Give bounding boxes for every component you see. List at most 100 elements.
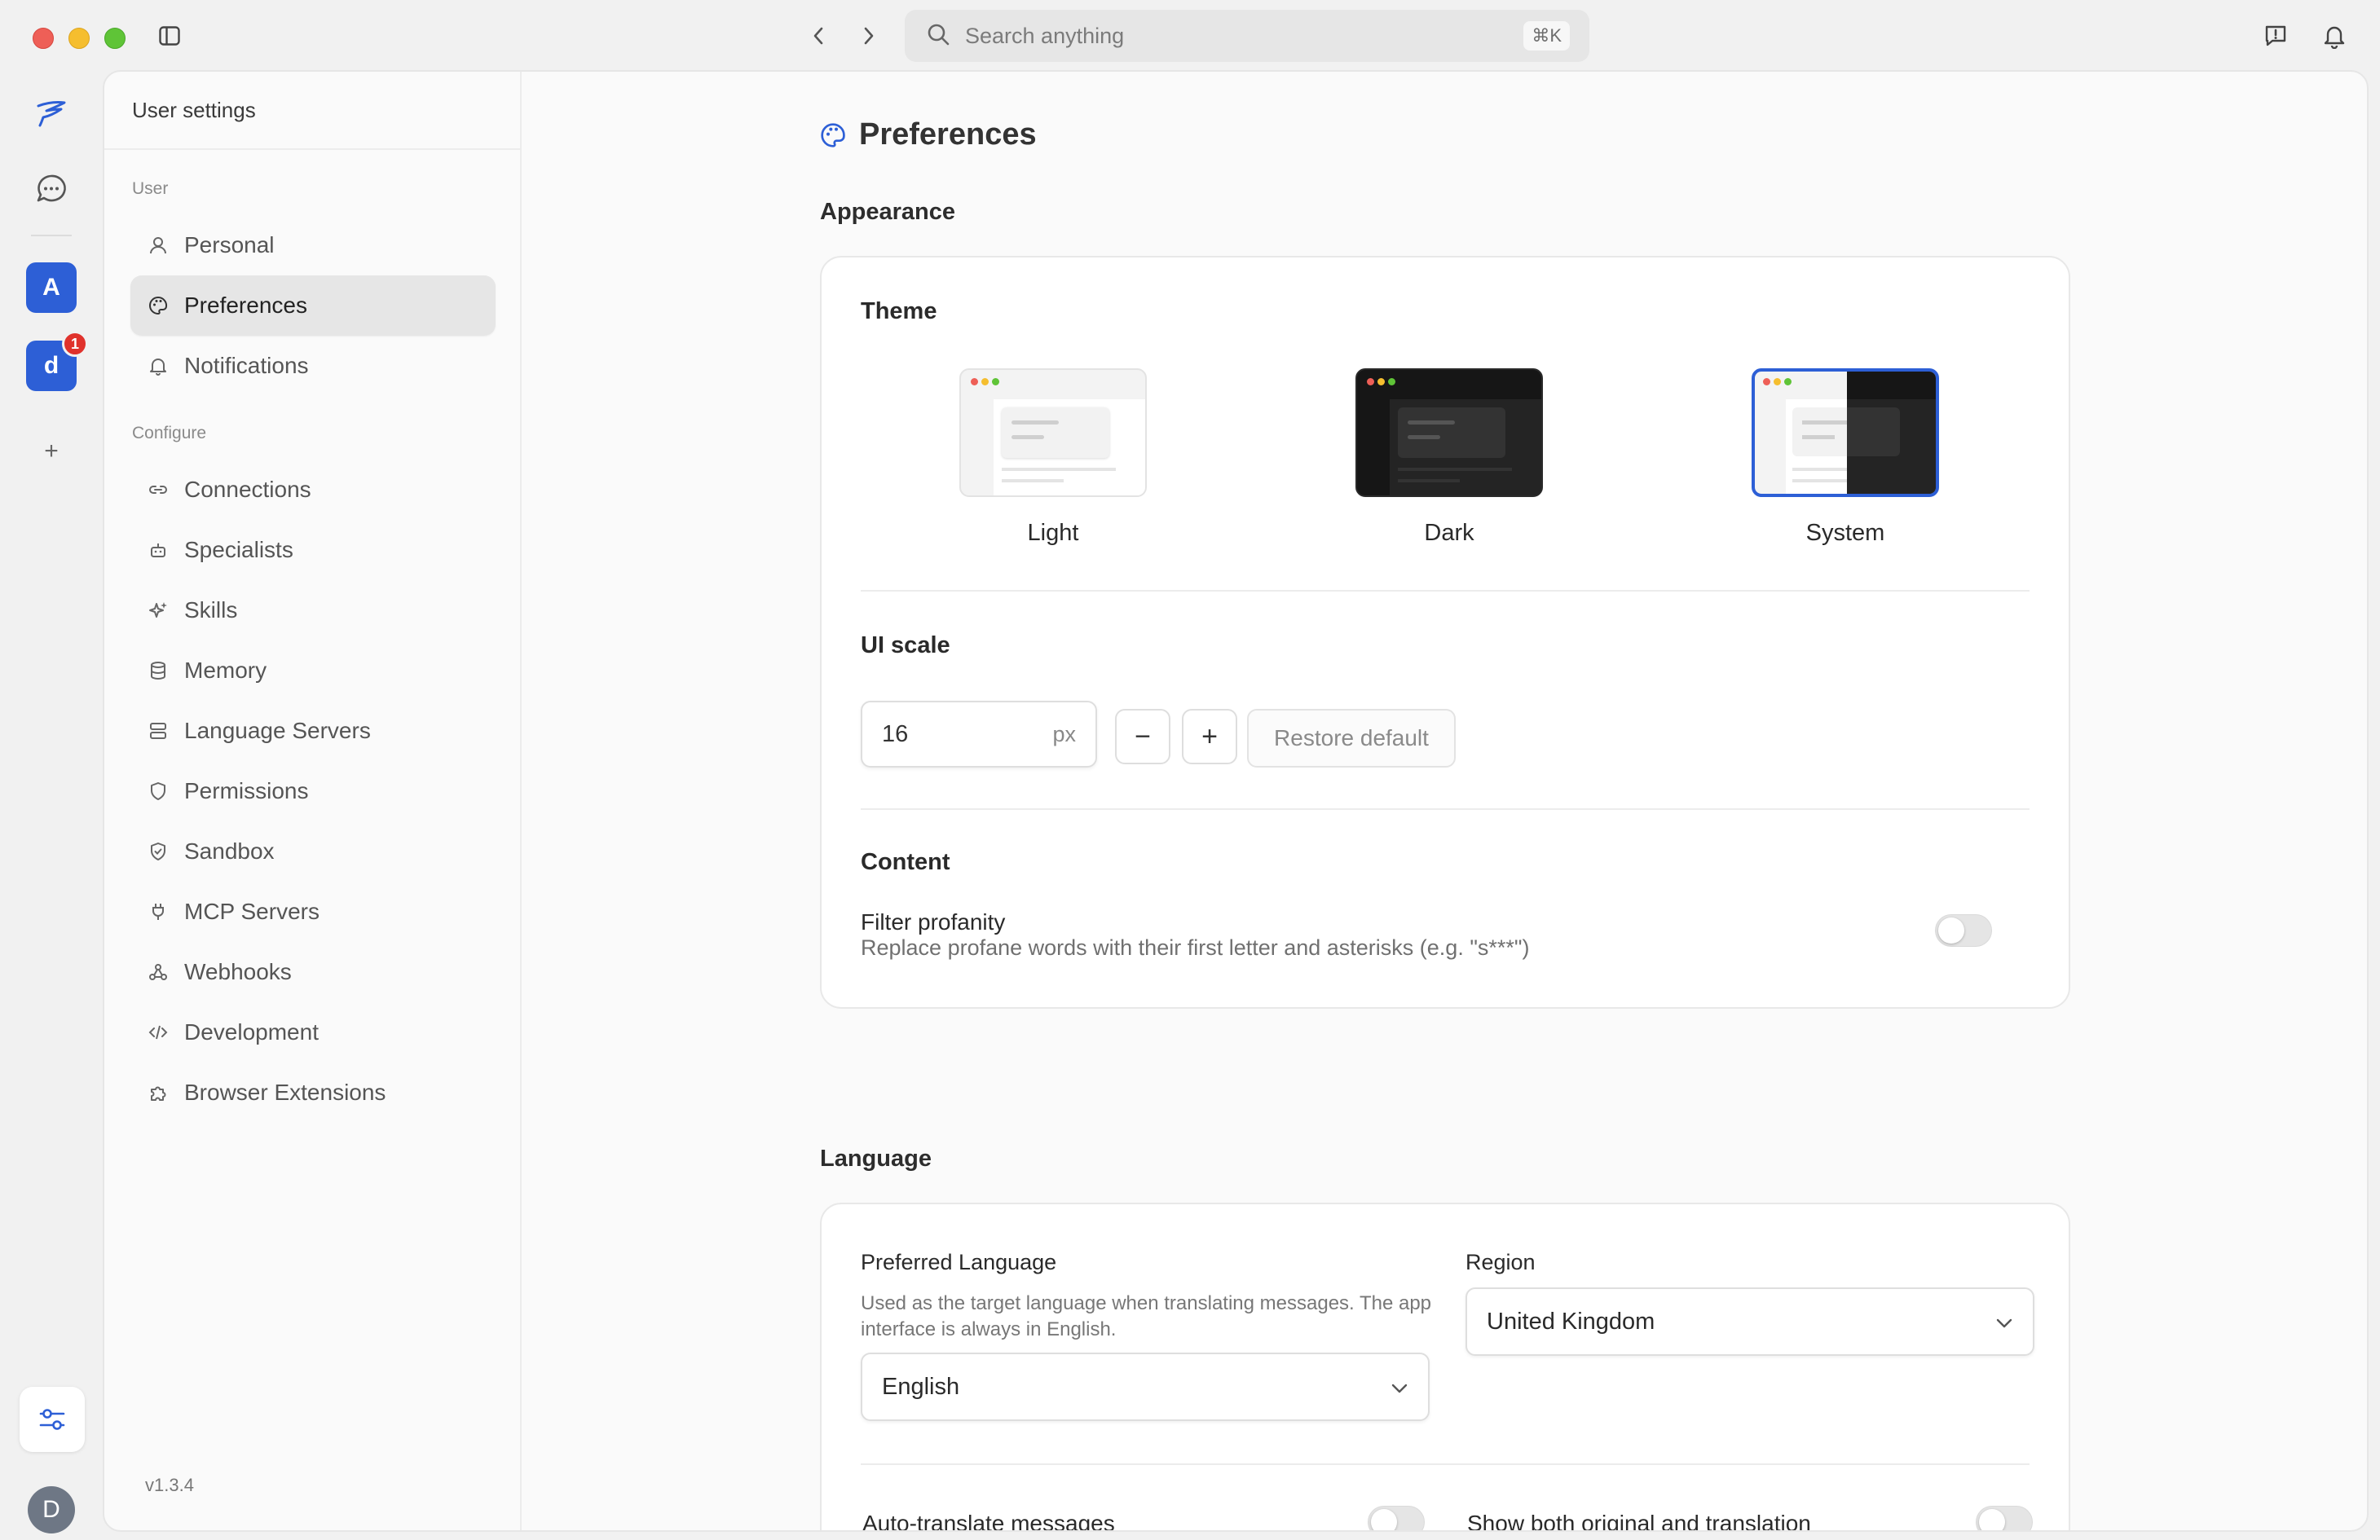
avatar-letter: D — [42, 1496, 60, 1523]
ui-scale-input[interactable]: 16 px — [861, 701, 1097, 768]
theme-preview-dark — [1355, 368, 1543, 497]
toggle-knob — [1979, 1509, 2005, 1530]
bell-icon — [147, 354, 170, 377]
sidebar-item-memory[interactable]: Memory — [130, 640, 496, 701]
workspace-d[interactable]: d 1 — [26, 331, 88, 391]
workspace-letter: A — [42, 274, 60, 301]
webhook-icon — [147, 961, 170, 983]
app-root: Search anything ⌘K A d 1 + D User settin… — [0, 0, 2380, 1540]
chevron-down-icon — [1391, 1374, 1408, 1401]
notification-count-badge: 1 — [62, 331, 88, 357]
ui-scale-increase-button[interactable]: + — [1182, 709, 1237, 764]
database-icon — [147, 659, 170, 682]
add-workspace-button[interactable]: + — [25, 425, 77, 477]
close-window-button[interactable] — [33, 28, 54, 49]
plus-icon: + — [44, 438, 59, 464]
settings-button[interactable] — [20, 1387, 85, 1452]
bot-icon — [147, 539, 170, 561]
sidebar-item-specialists[interactable]: Specialists — [130, 520, 496, 580]
sidebar-item-label: Sandbox — [184, 838, 275, 864]
appearance-card: Theme Light Dark System UI scale 16 px −… — [820, 256, 2070, 1009]
show-both-toggle[interactable] — [1976, 1506, 2033, 1530]
region-select[interactable]: United Kingdom — [1465, 1287, 2034, 1356]
sidebar-item-mcp-servers[interactable]: MCP Servers — [130, 882, 496, 942]
settings-sidebar: User settings User Personal Preferences … — [104, 72, 522, 1530]
sidebar-item-label: Browser Extensions — [184, 1080, 386, 1105]
sidebar-item-personal[interactable]: Personal — [130, 215, 496, 275]
appearance-section-title: Appearance — [820, 199, 956, 225]
page-title: Preferences — [820, 117, 1037, 152]
server-icon — [147, 719, 170, 742]
auto-translate-label: Auto-translate messages — [862, 1511, 1115, 1532]
filter-profanity-toggle[interactable] — [1935, 914, 1992, 947]
theme-option-dark[interactable]: Dark — [1351, 368, 1547, 547]
sidebar-item-label: Skills — [184, 597, 238, 623]
user-avatar[interactable]: D — [28, 1486, 75, 1533]
auto-translate-toggle[interactable] — [1368, 1506, 1425, 1530]
puzzle-icon — [147, 1081, 170, 1104]
sidebar-item-permissions[interactable]: Permissions — [130, 761, 496, 821]
theme-option-system[interactable]: System — [1748, 368, 1943, 547]
divider — [861, 590, 2030, 592]
search-placeholder: Search anything — [965, 23, 1125, 48]
minus-icon: − — [1135, 720, 1151, 752]
sidebar-item-development[interactable]: Development — [130, 1002, 496, 1063]
theme-label: Theme — [861, 298, 937, 324]
sidebar-item-language-servers[interactable]: Language Servers — [130, 701, 496, 761]
section-label-configure: Configure — [132, 424, 207, 442]
filter-profanity-description: Replace profane words with their first l… — [861, 935, 1530, 960]
region-label: Region — [1465, 1250, 1536, 1274]
sidebar-item-sandbox[interactable]: Sandbox — [130, 821, 496, 882]
sidebar-item-label: Memory — [184, 658, 267, 683]
sidebar-item-browser-extensions[interactable]: Browser Extensions — [130, 1063, 496, 1123]
show-both-label: Show both original and translation — [1467, 1511, 1811, 1532]
theme-name: Light — [1027, 520, 1079, 546]
search-bar[interactable]: Search anything ⌘K — [905, 10, 1589, 62]
feedback-icon[interactable] — [2259, 20, 2292, 52]
user-icon — [147, 234, 170, 257]
search-shortcut-badge: ⌘K — [1523, 21, 1570, 51]
settings-window: User settings User Personal Preferences … — [103, 70, 2369, 1532]
preferred-language-label: Preferred Language — [861, 1250, 1057, 1274]
settings-content: Preferences Appearance Theme Light Dark … — [523, 72, 2367, 1530]
title-bar: Search anything ⌘K — [0, 0, 2380, 72]
sidebar-item-label: Connections — [184, 477, 311, 502]
workspace-rail: A d 1 + D — [0, 72, 103, 1540]
palette-icon — [147, 294, 170, 317]
shield-icon — [147, 780, 170, 803]
sidebar-item-label: Personal — [184, 232, 275, 257]
page-title-text: Preferences — [859, 117, 1037, 152]
bell-icon[interactable] — [2318, 20, 2351, 52]
link-icon — [147, 478, 170, 501]
ui-scale-value: 16 — [882, 720, 909, 747]
workspace-a[interactable]: A — [26, 262, 77, 313]
sidebar-item-notifications[interactable]: Notifications — [130, 336, 496, 396]
preferred-language-value: English — [882, 1373, 960, 1400]
sidebar-item-preferences[interactable]: Preferences — [130, 275, 496, 336]
workspace-letter: d — [43, 352, 60, 379]
theme-option-light[interactable]: Light — [955, 368, 1151, 547]
app-logo-icon[interactable] — [25, 88, 77, 140]
ui-scale-decrease-button[interactable]: − — [1115, 709, 1170, 764]
sidebar-item-label: Webhooks — [184, 959, 292, 984]
chat-icon[interactable] — [25, 163, 77, 215]
restore-default-button[interactable]: Restore default — [1247, 709, 1456, 768]
sidebar-item-skills[interactable]: Skills — [130, 580, 496, 640]
rail-divider — [31, 235, 72, 236]
sidebar-toggle-icon[interactable] — [155, 23, 184, 49]
sparkles-icon — [147, 599, 170, 622]
code-icon — [147, 1021, 170, 1044]
preferred-language-select[interactable]: English — [861, 1353, 1430, 1421]
sidebar-item-label: Preferences — [184, 293, 307, 318]
language-section-title: Language — [820, 1146, 932, 1172]
sidebar-item-connections[interactable]: Connections — [130, 460, 496, 520]
minimize-window-button[interactable] — [68, 28, 90, 49]
zoom-window-button[interactable] — [104, 28, 126, 49]
section-label-user: User — [132, 179, 169, 198]
forward-button[interactable] — [853, 20, 885, 52]
sidebar-item-webhooks[interactable]: Webhooks — [130, 942, 496, 1002]
shield-check-icon — [147, 840, 170, 863]
search-icon — [926, 22, 950, 51]
sidebar-item-label: Development — [184, 1019, 319, 1045]
back-button[interactable] — [802, 20, 835, 52]
